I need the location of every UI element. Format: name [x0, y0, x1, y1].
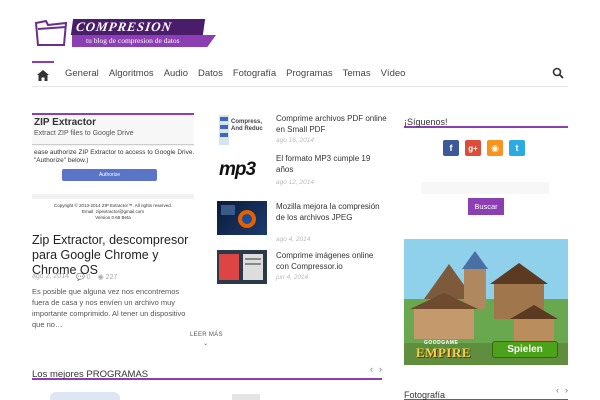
post-title[interactable]: Mozilla mejora la compresión de los arch…: [276, 201, 388, 223]
post-title[interactable]: Comprime imágenes online con Compressor.…: [276, 250, 388, 272]
post-thumbnail[interactable]: [217, 201, 267, 235]
read-more-link[interactable]: LEER MÁS: [190, 332, 223, 338]
post-thumbnail[interactable]: [217, 250, 267, 284]
screenshot-header: ZIP Extractor Extract ZIP files to Googl…: [32, 115, 194, 145]
screenshot-body: ease authorize ZIP Extractor to access t…: [32, 146, 194, 194]
nav-item-audio[interactable]: Audio: [159, 66, 193, 82]
social-icons: f g+ ◉ t: [443, 140, 525, 156]
featured-comments-count: 0: [86, 274, 91, 281]
firefox-icon: [221, 205, 256, 228]
rss-icon[interactable]: ◉: [487, 140, 503, 156]
nav-item-datos[interactable]: Datos: [193, 66, 228, 82]
screenshot-auth-text: ease authorize ZIP Extractor to access t…: [34, 149, 194, 164]
screenshot-title: ZIP Extractor: [34, 117, 97, 128]
featured-image[interactable]: ZIP Extractor Extract ZIP files to Googl…: [32, 113, 194, 223]
program-thumb-partial[interactable]: [50, 392, 120, 400]
post-title[interactable]: El formato MP3 cumple 19 años: [276, 153, 388, 175]
site-logo[interactable]: COMPRESION tu blog de compresion de dato…: [34, 17, 216, 49]
post-date: ago 4, 2014: [276, 236, 311, 243]
comment-icon: 💬: [75, 274, 85, 281]
advertisement-banner[interactable]: GOODGAME EMPIRE Spielen: [404, 239, 568, 365]
nav-item-temas[interactable]: Temas: [338, 66, 376, 82]
nav-item-fotografia[interactable]: Fotografía: [228, 66, 281, 82]
post-thumb-text: Compress, And Reduc: [231, 119, 263, 132]
featured-meta: ago 2, 2014 💬 0 ◉ 227: [32, 273, 117, 281]
nav-items: General Algoritmos Audio Datos Fotografí…: [60, 66, 410, 82]
nav-item-video[interactable]: Vídeo: [376, 66, 411, 82]
nav-item-programas[interactable]: Programas: [281, 66, 337, 82]
screenshot-subtitle: Extract ZIP files to Google Drive: [34, 130, 134, 137]
program-thumb-partial[interactable]: [232, 394, 260, 400]
follow-title: ¡Síguenos!: [404, 117, 448, 127]
post-thumbnail[interactable]: Compress, And Reduc: [217, 113, 267, 147]
programs-arrows: ‹ ›: [370, 364, 382, 374]
search-icon[interactable]: [552, 67, 564, 79]
sidebar-search-input[interactable]: [421, 182, 549, 194]
featured-comments[interactable]: 💬 0: [76, 273, 91, 281]
screenshot-footer: Copyright © 2013-2014 ZIP Extractor™. Al…: [32, 199, 194, 223]
featured-views: ◉ 227: [98, 273, 118, 281]
compressor-screenshot-icon: [219, 254, 263, 280]
follow-section-header: ¡Síguenos!: [404, 112, 568, 128]
post-title[interactable]: Comprime archivos PDF online en Small PD…: [276, 113, 388, 135]
logo-title: COMPRESION: [70, 19, 206, 35]
featured-excerpt: Es posible que alguna vez nos encontremo…: [32, 287, 186, 329]
home-icon: [37, 69, 49, 81]
main-nav: General Algoritmos Audio Datos Fotografí…: [32, 61, 568, 87]
featured-title[interactable]: Zip Extractor, descompresor para Google …: [32, 233, 194, 278]
chevron-left-icon[interactable]: ‹: [556, 385, 559, 395]
search-button[interactable]: Buscar: [468, 198, 504, 215]
chevron-down-icon: ⌄: [203, 341, 209, 347]
nav-item-general[interactable]: General: [60, 66, 104, 82]
list-item[interactable]: Mozilla mejora la compresión de los arch…: [217, 201, 388, 243]
nav-home[interactable]: [32, 61, 54, 87]
list-item[interactable]: Comprime imágenes online con Compressor.…: [217, 250, 387, 290]
featured-views-count: 227: [105, 274, 118, 281]
nav-item-algoritmos[interactable]: Algoritmos: [104, 66, 159, 82]
programs-section-title: Los mejores PROGRAMAS: [32, 369, 149, 380]
post-thumbnail[interactable]: mp3: [217, 153, 267, 187]
screenshot-authorize-button: Authorize: [62, 169, 157, 181]
chevron-right-icon[interactable]: ›: [379, 364, 382, 374]
list-item[interactable]: Compress, And Reduc Comprime archivos PD…: [217, 113, 387, 153]
twitter-icon[interactable]: t: [509, 140, 525, 156]
chevron-right-icon[interactable]: ›: [565, 385, 568, 395]
programs-section-header: Los mejores PROGRAMAS ‹ ›: [32, 364, 382, 380]
post-date: ago 16, 2014: [276, 137, 314, 144]
eye-icon: ◉: [97, 274, 104, 281]
photo-section-title: Fotografía: [404, 390, 446, 400]
ad-cta-button[interactable]: Spielen: [492, 341, 558, 358]
folder-logo-icon: [34, 19, 68, 46]
post-date: jun 4, 2014: [276, 274, 309, 281]
post-date: ago 12, 2014: [276, 179, 314, 186]
featured-date: ago 2, 2014: [32, 273, 69, 281]
photo-section-header: Fotografía ‹ ›: [404, 385, 568, 400]
google-plus-icon[interactable]: g+: [465, 140, 481, 156]
featured-date-text: ago 2, 2014: [32, 273, 69, 280]
chevron-left-icon[interactable]: ‹: [370, 364, 373, 374]
logo-tagline: tu blog de compresion de datos: [72, 35, 216, 47]
ad-brand: EMPIRE: [416, 345, 471, 360]
list-item[interactable]: mp3 El formato MP3 cumple 19 años ago 12…: [217, 153, 387, 193]
facebook-icon[interactable]: f: [443, 140, 459, 156]
photo-arrows: ‹ ›: [556, 385, 568, 395]
mp3-logo: mp3: [219, 159, 256, 180]
